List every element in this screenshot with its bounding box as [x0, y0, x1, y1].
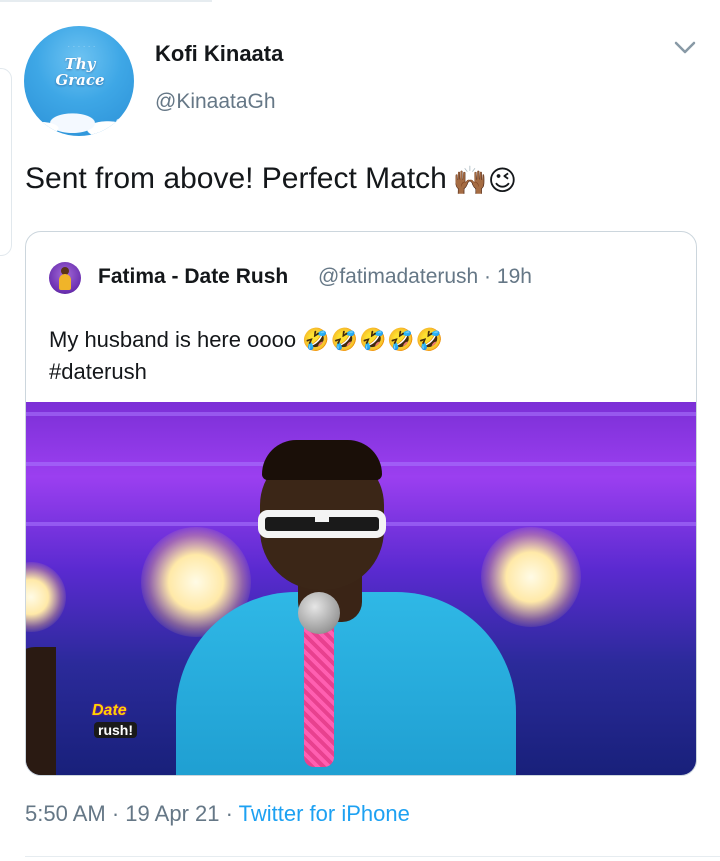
author-avatar[interactable]: · · · · · · Thy Grace: [24, 26, 134, 136]
quoted-avatar[interactable]: [49, 262, 81, 294]
top-divider: [0, 0, 212, 2]
quoted-tweet-card[interactable]: Fatima - Date Rush @fatimadaterush · 19h…: [25, 231, 697, 776]
background-person: [26, 647, 56, 775]
quoted-avatar-body: [59, 274, 71, 290]
microphone-head: [298, 592, 340, 634]
tweet-text: Sent from above! Perfect Match 🙌🏾😉: [25, 162, 517, 197]
stage-light: [481, 527, 581, 627]
hashtag-daterush[interactable]: #daterush: [49, 359, 147, 385]
chevron-down-icon[interactable]: [672, 38, 698, 58]
tweet-source[interactable]: Twitter for iPhone: [239, 801, 410, 826]
meta-separator: ·: [111, 801, 120, 826]
person-hair: [262, 440, 382, 480]
quoted-text-line1-body: My husband is here oooo: [49, 327, 297, 352]
adjacent-card-edge: [0, 68, 12, 256]
meta-separator: ·: [225, 801, 233, 826]
author-handle[interactable]: @KinaataGh: [155, 90, 276, 114]
quoted-media-image[interactable]: Date rush!: [26, 402, 696, 775]
logo-top-text: Date: [92, 702, 127, 719]
quoted-text-line1: My husband is here oooo 🤣🤣🤣🤣🤣: [49, 327, 444, 353]
date-rush-logo: Date rush!: [92, 702, 152, 746]
tweet-date[interactable]: 19 Apr 21: [125, 801, 219, 826]
tweet-time[interactable]: 5:50 AM: [25, 801, 106, 826]
tweet-text-body: Sent from above! Perfect Match: [25, 162, 447, 195]
tweet-metadata: 5:50 AM · 19 Apr 21 · Twitter for iPhone: [25, 801, 410, 827]
quoted-author-name[interactable]: Fatima - Date Rush: [98, 265, 288, 289]
stage-light-stripe: [26, 412, 696, 416]
tweet-emojis: 🙌🏾😉: [452, 165, 517, 196]
author-name[interactable]: Kofi Kinaata: [155, 41, 283, 67]
quoted-laughing-emojis: 🤣🤣🤣🤣🤣: [302, 327, 445, 352]
avatar-clouds: [24, 92, 134, 136]
avatar-title: Thy Grace: [55, 55, 105, 89]
bottom-divider: [25, 856, 720, 857]
stage-light: [26, 562, 66, 632]
logo-bottom-text: rush!: [94, 722, 137, 738]
quoted-author-handle[interactable]: @fatimadaterush · 19h: [318, 265, 532, 289]
white-sunglasses: [258, 510, 386, 538]
avatar-small-text: · · · · · ·: [68, 44, 96, 50]
